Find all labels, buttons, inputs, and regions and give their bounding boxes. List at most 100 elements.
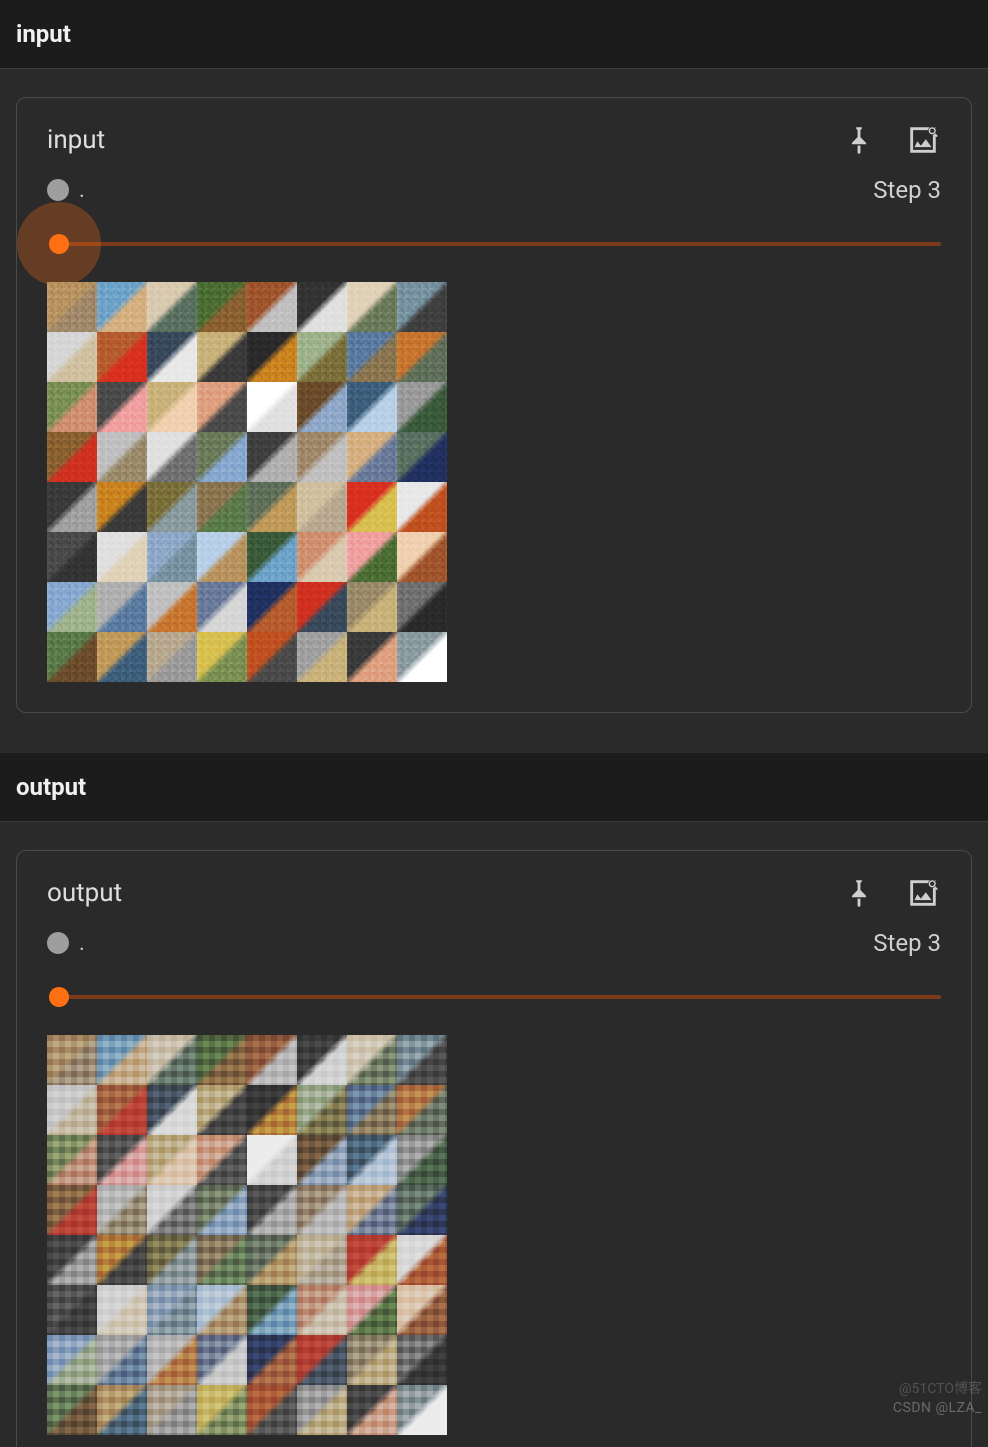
image-tile [47, 1035, 97, 1085]
image-tile [297, 632, 347, 682]
image-tile [347, 1385, 397, 1435]
image-tile [397, 1235, 447, 1285]
image-tile [247, 1335, 297, 1385]
image-tile [347, 332, 397, 382]
image-tile [147, 1035, 197, 1085]
image-tile [147, 1385, 197, 1435]
image-tile [47, 1335, 97, 1385]
step-slider[interactable] [47, 977, 941, 1017]
image-tile [397, 1035, 447, 1085]
section-header-output: output [0, 753, 988, 822]
image-tile [97, 632, 147, 682]
image-tile [197, 382, 247, 432]
image-tile [97, 432, 147, 482]
run-indicator[interactable]: . [47, 931, 85, 956]
image-tile [347, 532, 397, 582]
image-tile [247, 1035, 297, 1085]
image-tile [297, 1285, 347, 1335]
image-tile [397, 1335, 447, 1385]
image-tile [97, 1035, 147, 1085]
image-tile [347, 482, 397, 532]
image-tile [147, 1335, 197, 1385]
image-tile [347, 582, 397, 632]
card-header: input [47, 122, 941, 158]
image-tile [47, 1185, 97, 1235]
image-tile [397, 1135, 447, 1185]
image-tile [197, 432, 247, 482]
image-tile [297, 1035, 347, 1085]
image-tile [47, 482, 97, 532]
image-tile [297, 1235, 347, 1285]
section-title: input [16, 20, 972, 48]
image-tile [97, 1185, 147, 1235]
image-tile [97, 482, 147, 532]
image-tile [47, 582, 97, 632]
image-tile [47, 1135, 97, 1185]
image-tile [47, 1385, 97, 1435]
watermark-faint: @51CTO博客 [899, 1378, 982, 1398]
step-slider[interactable] [47, 224, 941, 264]
image-tile [147, 382, 197, 432]
image-tile [147, 1135, 197, 1185]
image-tile [297, 582, 347, 632]
image-tile [97, 1285, 147, 1335]
image-tile [147, 482, 197, 532]
section-title: output [16, 773, 972, 801]
image-tile [97, 582, 147, 632]
image-tile [297, 432, 347, 482]
image-tile [97, 1135, 147, 1185]
image-grid-input[interactable] [47, 282, 447, 682]
image-tile [397, 432, 447, 482]
image-tile [47, 282, 97, 332]
run-indicator[interactable]: . [47, 178, 85, 203]
card-input: input . Step 3 [16, 97, 972, 713]
image-tile [247, 482, 297, 532]
image-detail-icon[interactable] [905, 875, 941, 911]
card-title: input [47, 125, 105, 155]
image-tile [347, 382, 397, 432]
image-tile [247, 1285, 297, 1335]
pin-icon[interactable] [841, 875, 877, 911]
image-detail-icon[interactable] [905, 122, 941, 158]
card-header: output [47, 875, 941, 911]
image-tile [297, 482, 347, 532]
image-tile [347, 1035, 397, 1085]
image-tile [397, 1085, 447, 1135]
image-tile [197, 1285, 247, 1335]
image-tile [347, 1085, 397, 1135]
image-tile [97, 1335, 147, 1385]
image-tile [97, 332, 147, 382]
image-tile [397, 632, 447, 682]
image-tile [247, 332, 297, 382]
image-tile [247, 532, 297, 582]
image-tile [397, 1385, 447, 1435]
image-tile [47, 632, 97, 682]
image-tile [197, 632, 247, 682]
image-tile [297, 1385, 347, 1435]
image-tile [347, 432, 397, 482]
image-tile [247, 1235, 297, 1285]
image-tile [297, 1085, 347, 1135]
run-row: . Step 3 [47, 176, 941, 204]
image-tile [347, 1285, 397, 1335]
watermark: CSDN @LZA_ [893, 1400, 982, 1416]
image-tile [47, 1285, 97, 1335]
image-tile [397, 382, 447, 432]
section-body-output: output . Step 3 [0, 822, 988, 1447]
image-tile [297, 532, 347, 582]
image-grid-output[interactable] [47, 1035, 447, 1435]
image-tile [297, 1185, 347, 1235]
image-tile [197, 282, 247, 332]
image-tile [247, 1185, 297, 1235]
image-tile [147, 332, 197, 382]
slider-track [59, 995, 941, 999]
image-tile [147, 1285, 197, 1335]
image-tile [197, 332, 247, 382]
slider-thumb [49, 987, 69, 1007]
section-header-input: input [0, 0, 988, 69]
card-output: output . Step 3 [16, 850, 972, 1447]
image-tile [197, 1185, 247, 1235]
pin-icon[interactable] [841, 122, 877, 158]
image-tile [197, 1135, 247, 1185]
image-tile [297, 282, 347, 332]
